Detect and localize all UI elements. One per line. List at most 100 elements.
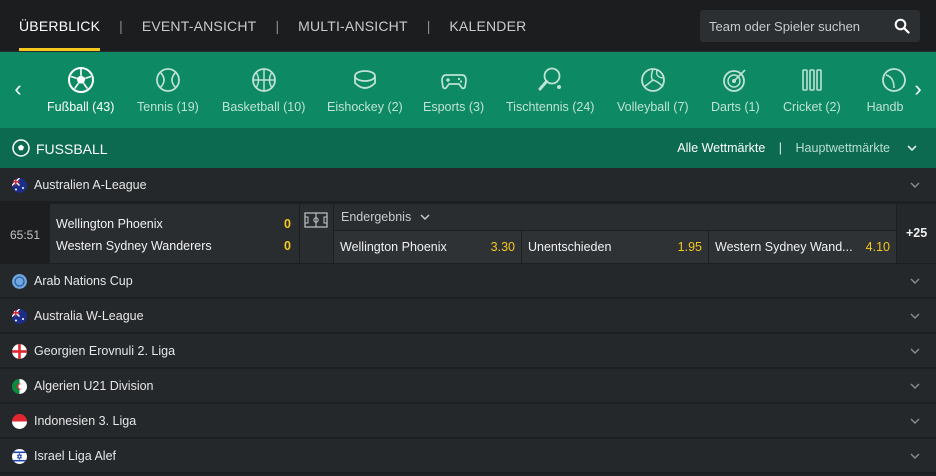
sport-item-darts[interactable]: Darts (1) — [711, 66, 760, 114]
sport-item-tischtennis[interactable]: Tischtennis (24) — [506, 66, 594, 114]
chevron-down-icon[interactable] — [910, 276, 920, 286]
soccer-ball-icon — [67, 67, 94, 93]
chevron-down-icon[interactable] — [910, 451, 920, 461]
match-time: 65:51 — [10, 228, 41, 242]
section-header-fussball: FUSSBALL Alle Wettmärkte | Hauptwettmärk… — [0, 128, 936, 168]
handball-icon — [882, 68, 906, 92]
sport-item-cricket[interactable]: Cricket (2) — [783, 66, 841, 114]
chevron-right-icon[interactable]: › — [910, 78, 926, 100]
chevron-down-icon[interactable] — [910, 180, 920, 190]
chevron-down-icon[interactable] — [910, 381, 920, 391]
search-box[interactable] — [700, 10, 920, 42]
sport-label: Eishockey (2) — [327, 100, 403, 114]
odds-button-home[interactable]: Wellington Phoenix 3.30 — [334, 231, 521, 263]
tab-multi-ansicht[interactable]: MULTI-ANSICHT — [298, 0, 408, 52]
league-name: Georgien Erovnuli 2. Liga — [34, 344, 176, 358]
soccer-ball-icon — [12, 139, 30, 157]
league-row[interactable]: Georgien Erovnuli 2. Liga — [0, 334, 936, 368]
chevron-down-icon[interactable] — [420, 212, 430, 222]
match-row: 65:51 Wellington Phoenix 0 Western Sydne… — [0, 203, 936, 264]
sport-label: Cricket (2) — [783, 100, 841, 114]
live-tracker-button[interactable] — [300, 204, 333, 263]
home-team: Wellington Phoenix — [56, 217, 163, 231]
international-icon — [12, 274, 27, 289]
tab-ueberblick[interactable]: ÜBERBLICK — [19, 0, 101, 52]
australia-flag-icon — [12, 309, 27, 324]
league-name: Indonesien 3. Liga — [34, 414, 137, 428]
sport-label: Tischtennis (24) — [506, 100, 595, 114]
australia-flag-icon — [12, 178, 27, 193]
market-filter: Alle Wettmärkte | Hauptwettmärkte — [677, 141, 890, 155]
football-pitch-icon — [304, 212, 328, 228]
gamepad-icon — [440, 74, 467, 90]
dartboard-icon — [723, 69, 746, 92]
league-row[interactable]: Australien A-League — [0, 168, 936, 202]
table-tennis-icon — [538, 67, 562, 91]
market-selector[interactable]: Endergebnis — [334, 204, 896, 230]
section-title: FUSSBALL — [36, 141, 108, 157]
sport-label: Basketball (10) — [222, 100, 306, 114]
tab-event-ansicht[interactable]: EVENT-ANSICHT — [142, 0, 257, 52]
odds-button-draw[interactable]: Unentschieden 1.95 — [522, 231, 708, 263]
sport-item-volleyball[interactable]: Volleyball (7) — [617, 66, 689, 114]
israel-flag-icon — [12, 449, 27, 464]
tab-kalender[interactable]: KALENDER — [449, 0, 526, 52]
sport-label: Fußball (43) — [47, 100, 115, 114]
odds-value: 3.30 — [490, 240, 515, 254]
indonesia-flag-icon — [12, 414, 27, 429]
league-row[interactable]: Algerien U21 Division — [0, 369, 936, 403]
league-name: Australien A-League — [34, 178, 147, 192]
tennis-ball-icon — [156, 68, 180, 92]
league-row[interactable]: Arab Nations Cup — [0, 264, 936, 298]
chevron-down-icon[interactable] — [906, 142, 918, 154]
chevron-down-icon[interactable] — [910, 416, 920, 426]
odds-name: Western Sydney Wand... — [715, 240, 853, 254]
nav-separator: | — [275, 17, 280, 34]
top-navigation: ÜBERBLICK | EVENT-ANSICHT | MULTI-ANSICH… — [0, 0, 936, 52]
odds-name: Wellington Phoenix — [340, 240, 447, 254]
odds-name: Unentschieden — [528, 240, 612, 254]
sport-item-esports[interactable]: Esports (3) — [423, 66, 484, 114]
algeria-flag-icon — [12, 379, 27, 394]
sport-label: Tennis (19) — [137, 100, 199, 114]
sport-item-fussball[interactable]: Fußball (43) — [47, 66, 114, 114]
georgia-flag-icon — [12, 344, 27, 359]
sport-item-eishockey[interactable]: Eishockey (2) — [327, 66, 403, 114]
all-markets-link[interactable]: Alle Wettmärkte — [677, 141, 765, 155]
basketball-icon — [251, 68, 276, 92]
search-input[interactable] — [709, 18, 889, 34]
sport-selector-bar: ‹ Fußball (43) Tennis (19) Basketball (1… — [0, 52, 936, 128]
league-row[interactable]: Australia W-League — [0, 299, 936, 333]
sport-label: Handb — [866, 100, 904, 114]
league-name: Australia W-League — [34, 309, 144, 323]
search-icon[interactable] — [894, 18, 910, 34]
odds-value: 4.10 — [865, 240, 890, 254]
main-markets-link[interactable]: Hauptwettmärkte — [796, 141, 890, 155]
chevron-down-icon[interactable] — [910, 346, 920, 356]
more-markets-button[interactable]: +25 — [897, 204, 936, 263]
league-row[interactable]: Israel Liga Alef — [0, 439, 936, 473]
league-name: Israel Liga Alef — [34, 449, 116, 463]
cricket-icon — [802, 69, 822, 91]
sport-item-tennis[interactable]: Tennis (19) — [137, 66, 199, 114]
sport-item-handball[interactable]: Handb — [862, 66, 908, 114]
nav-separator: | — [119, 17, 123, 34]
sport-item-basketball[interactable]: Basketball (10) — [222, 66, 305, 114]
match-teams[interactable]: Wellington Phoenix 0 Western Sydney Wand… — [50, 204, 299, 263]
odds-button-away[interactable]: Western Sydney Wand... 4.10 — [709, 231, 896, 263]
ice-hockey-puck-icon — [353, 70, 376, 89]
league-row[interactable]: Indonesien 3. Liga — [0, 404, 936, 438]
home-score: 0 — [284, 217, 291, 231]
odds-value: 1.95 — [677, 240, 702, 254]
sport-label: Volleyball (7) — [617, 100, 689, 114]
away-team: Western Sydney Wanderers — [56, 239, 212, 253]
more-markets-count: +25 — [906, 226, 928, 240]
chevron-left-icon[interactable]: ‹ — [10, 78, 26, 100]
chevron-down-icon[interactable] — [910, 311, 920, 321]
away-score: 0 — [284, 239, 291, 253]
league-name: Arab Nations Cup — [34, 274, 133, 288]
volleyball-icon — [640, 68, 665, 92]
market-separator: | — [778, 141, 783, 155]
league-name: Algerien U21 Division — [34, 379, 154, 393]
sport-label: Esports (3) — [423, 100, 485, 114]
